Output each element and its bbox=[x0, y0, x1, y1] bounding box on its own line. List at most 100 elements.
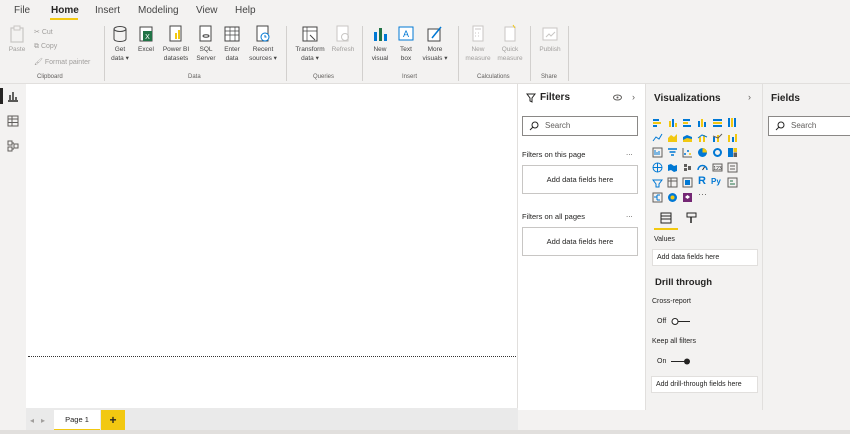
clustered-bar-chart-icon[interactable] bbox=[682, 117, 693, 128]
area-chart-icon[interactable] bbox=[667, 132, 678, 143]
group-separator bbox=[568, 26, 569, 81]
map-icon[interactable] bbox=[652, 162, 663, 173]
values-well-label: Values bbox=[654, 236, 675, 243]
ribbon-chart-icon[interactable] bbox=[727, 132, 738, 143]
decomposition-tree-icon[interactable] bbox=[652, 192, 663, 203]
cross-report-toggle[interactable] bbox=[671, 317, 691, 326]
waterfall-chart-icon[interactable] bbox=[652, 147, 663, 158]
fields-tab-icon[interactable] bbox=[660, 212, 672, 224]
filters-page-drop-well[interactable]: Add data fields here bbox=[522, 165, 638, 194]
filters-all-drop-well[interactable]: Add data fields here bbox=[522, 227, 638, 256]
stacked-area-chart-icon[interactable] bbox=[682, 132, 693, 143]
more-visuals-button[interactable]: More visuals ▾ bbox=[419, 24, 451, 63]
funnel-chart-icon[interactable] bbox=[667, 147, 678, 158]
group-label-queries: Queries bbox=[313, 74, 335, 80]
excel-button[interactable]: X Excel bbox=[135, 24, 157, 54]
filters-all-more-icon[interactable]: ... bbox=[626, 210, 633, 219]
menu-view[interactable]: View bbox=[196, 5, 218, 16]
filters-pane: Filters › Search Filters on this page ..… bbox=[518, 84, 646, 410]
keep-all-filters-toggle[interactable] bbox=[670, 357, 692, 366]
clustered-column-chart-icon[interactable] bbox=[697, 117, 708, 128]
menu-modeling[interactable]: Modeling bbox=[138, 5, 179, 16]
recent-sources-button[interactable]: Recent sources ▾ bbox=[246, 24, 280, 63]
refresh-button[interactable]: Refresh bbox=[330, 24, 356, 54]
cut-button[interactable]: ✂ Cut bbox=[34, 28, 53, 36]
menu-home[interactable]: Home bbox=[51, 5, 79, 16]
new-visual-button[interactable]: New visual bbox=[368, 24, 392, 63]
more-visuals-icon[interactable]: ··· bbox=[698, 189, 709, 200]
paste-button[interactable]: Paste bbox=[5, 24, 29, 54]
shape-map-icon[interactable] bbox=[682, 162, 693, 173]
next-page-arrow[interactable]: ▸ bbox=[41, 416, 45, 425]
gauge-icon[interactable] bbox=[697, 162, 708, 173]
line-chart-icon[interactable] bbox=[652, 132, 663, 143]
format-painter-button[interactable]: 🖌 Format painter bbox=[34, 58, 90, 66]
report-view-icon[interactable] bbox=[7, 90, 19, 102]
text-box-icon: A bbox=[398, 26, 414, 41]
powerbi-datasets-button[interactable]: Power BI datasets bbox=[160, 24, 192, 63]
menu-insert[interactable]: Insert bbox=[95, 5, 120, 16]
python-visual-icon[interactable]: Py bbox=[711, 177, 722, 188]
powerbi-datasets-icon bbox=[169, 25, 182, 42]
table-visual-icon[interactable] bbox=[682, 177, 693, 188]
100-stacked-bar-chart-icon[interactable] bbox=[712, 117, 723, 128]
recent-label-line1: Recent bbox=[252, 46, 274, 53]
enter-data-label-line1: Enter bbox=[224, 46, 240, 53]
stacked-column-chart-icon[interactable] bbox=[667, 117, 678, 128]
status-bar bbox=[0, 430, 850, 434]
fields-title: Fields bbox=[771, 93, 800, 104]
treemap-icon[interactable] bbox=[727, 147, 738, 158]
stacked-bar-chart-icon[interactable] bbox=[652, 117, 663, 128]
enter-data-button[interactable]: Enter data bbox=[221, 24, 243, 63]
kpi-icon[interactable] bbox=[652, 177, 663, 188]
active-tab-indicator bbox=[50, 18, 78, 20]
fields-search-input[interactable]: Search bbox=[768, 116, 850, 136]
drill-through-drop-well[interactable]: Add drill-through fields here bbox=[651, 376, 758, 393]
copy-button[interactable]: ⧉ Copy bbox=[34, 43, 57, 51]
pie-chart-icon[interactable] bbox=[697, 147, 708, 158]
line-and-column-chart-icon[interactable] bbox=[697, 132, 708, 143]
filled-map-icon[interactable] bbox=[667, 162, 678, 173]
donut-chart-icon[interactable] bbox=[712, 147, 723, 158]
ribbon: Paste ✂ Cut ⧉ Copy 🖌 Format painter Clip… bbox=[0, 22, 850, 84]
filters-all-pages-label: Filters on all pages bbox=[522, 212, 585, 221]
report-canvas[interactable] bbox=[26, 84, 518, 408]
publish-label: Publish bbox=[539, 46, 561, 53]
text-box-button[interactable]: A Text box bbox=[395, 24, 417, 63]
group-label-share: Share bbox=[541, 74, 558, 80]
collapse-visualizations-chevron-icon[interactable]: › bbox=[748, 92, 751, 102]
filters-search-input[interactable]: Search bbox=[522, 116, 638, 136]
filters-title: Filters bbox=[540, 92, 571, 103]
scatter-chart-icon[interactable] bbox=[682, 147, 693, 158]
transform-data-button[interactable]: Transform data ▾ bbox=[291, 24, 329, 63]
card-icon[interactable]: 123 bbox=[712, 162, 723, 173]
page-tab[interactable]: Page 1 bbox=[54, 410, 100, 432]
menu-file[interactable]: File bbox=[14, 5, 30, 16]
new-measure-button[interactable]: New measure bbox=[462, 24, 494, 63]
line-and-clustered-column-chart-icon[interactable] bbox=[712, 132, 723, 143]
power-apps-icon[interactable] bbox=[682, 192, 693, 203]
menu-help[interactable]: Help bbox=[235, 5, 256, 16]
values-drop-well[interactable]: Add data fields here bbox=[652, 249, 758, 266]
sql-server-button[interactable]: SQL Server bbox=[195, 24, 217, 63]
qa-visual-icon[interactable] bbox=[667, 192, 678, 203]
prev-page-arrow[interactable]: ◂ bbox=[30, 416, 34, 425]
format-paintroller-icon[interactable] bbox=[686, 212, 698, 224]
r-script-visual-icon[interactable]: R bbox=[698, 175, 709, 187]
model-view-icon[interactable] bbox=[7, 140, 19, 152]
data-view-icon[interactable] bbox=[7, 115, 19, 127]
get-data-button[interactable]: Get data ▾ bbox=[108, 24, 132, 63]
collapse-filters-chevron-icon[interactable]: › bbox=[632, 92, 635, 102]
quick-measure-button[interactable]: Quick measure bbox=[494, 24, 526, 63]
publish-button[interactable]: Publish bbox=[535, 24, 565, 54]
100-stacked-column-chart-icon[interactable] bbox=[727, 117, 738, 128]
multi-row-card-icon[interactable] bbox=[727, 162, 738, 173]
key-influencers-icon[interactable] bbox=[727, 177, 738, 188]
slicer-icon[interactable] bbox=[667, 177, 678, 188]
eye-icon[interactable] bbox=[613, 94, 622, 101]
sql-label-line1: SQL bbox=[199, 46, 213, 53]
add-page-button[interactable]: + bbox=[101, 410, 125, 432]
filters-page-more-icon[interactable]: ... bbox=[626, 148, 633, 157]
powerbi-label-line1: Power BI bbox=[162, 46, 190, 53]
quick-measure-label-line2: measure bbox=[497, 55, 523, 62]
